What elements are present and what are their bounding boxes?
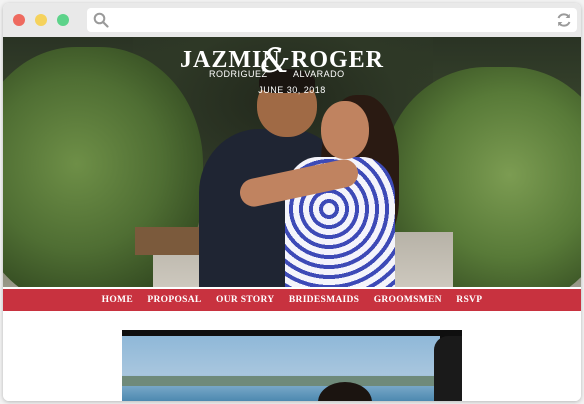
nav-bridesmaids[interactable]: BRIDESMAIDS [289,289,359,311]
address-bar[interactable] [87,8,577,32]
reload-icon[interactable] [555,11,573,34]
hero-photo: JAZMIN & ROGER RODRIGUEZ ALVARADO JUNE 3… [3,37,581,287]
wedding-date: JUNE 30, 2018 [258,85,326,95]
featured-photo [122,330,462,401]
bride-surname: RODRIGUEZ [209,69,268,79]
browser-window: JAZMIN & ROGER RODRIGUEZ ALVARADO JUNE 3… [3,3,581,401]
maximize-window-button[interactable] [57,14,69,26]
couple-names: JAZMIN & ROGER RODRIGUEZ ALVARADO [3,41,581,81]
nav-proposal[interactable]: PROPOSAL [147,289,201,311]
minimize-window-button[interactable] [35,14,47,26]
wedding-page: JAZMIN & ROGER RODRIGUEZ ALVARADO JUNE 3… [3,37,581,401]
search-icon [93,12,109,33]
content-area [3,311,581,401]
nav-rsvp[interactable]: RSVP [456,289,482,311]
main-navigation: HOME PROPOSAL OUR STORY BRIDESMAIDS GROO… [3,289,581,311]
browser-toolbar [3,3,581,37]
nav-groomsmen[interactable]: GROOMSMEN [374,289,442,311]
groom-surname: ALVARADO [293,69,345,79]
close-window-button[interactable] [13,14,25,26]
nav-home[interactable]: HOME [102,289,133,311]
nav-our-story[interactable]: OUR STORY [216,289,274,311]
